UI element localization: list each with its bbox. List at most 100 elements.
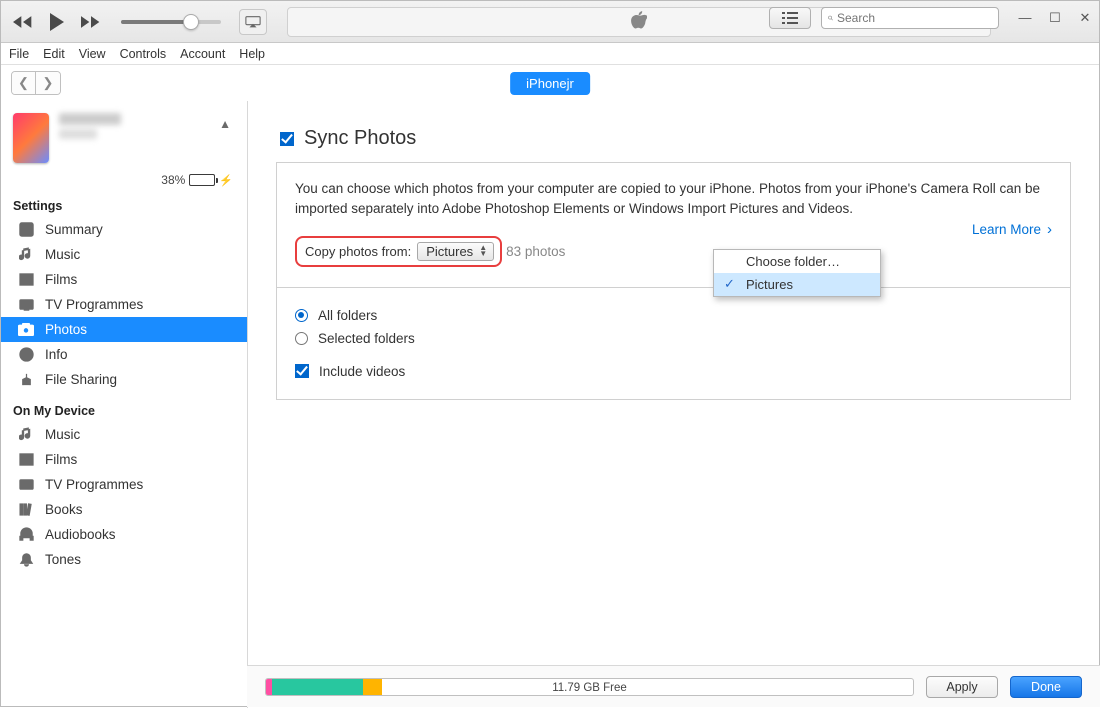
storage-seg-orange	[363, 679, 382, 695]
sync-photos-title-row: Sync Photos	[280, 127, 1071, 150]
sidebar-item-device-films[interactable]: Films	[1, 447, 247, 472]
tv-icon	[17, 297, 35, 312]
sidebar-item-label: Books	[45, 502, 83, 517]
menu-file[interactable]: File	[9, 47, 29, 61]
storage-seg-green	[272, 679, 363, 695]
nav-row: ❮ ❯ iPhonejr	[1, 65, 1099, 101]
nav-back-button[interactable]: ❮	[12, 72, 36, 94]
sidebar-item-tv[interactable]: TV Programmes	[1, 292, 247, 317]
copy-photos-row: Copy photos from: Pictures ▲▼ 83 photos	[295, 236, 1052, 267]
checkbox-label: Include videos	[319, 364, 405, 379]
window-controls: — ☐ ✕	[1017, 10, 1093, 26]
sidebar-item-label: Summary	[45, 222, 103, 237]
tv-icon	[17, 477, 35, 492]
content: Sync Photos You can choose which photos …	[248, 101, 1099, 708]
dropdown-value: Pictures	[426, 244, 473, 259]
sidebar-item-label: TV Programmes	[45, 297, 143, 312]
filesharing-icon	[17, 372, 35, 387]
sidebar-item-label: Audiobooks	[45, 527, 116, 542]
forward-button[interactable]	[77, 9, 105, 35]
main-area: ▲ 38% ⚡ Settings Summary Music Films TV …	[1, 101, 1099, 708]
radio-selected-folders[interactable]	[295, 332, 308, 345]
selected-folders-option[interactable]: Selected folders	[295, 327, 1052, 350]
include-videos-option[interactable]: Include videos	[295, 360, 1052, 383]
sync-photos-checkbox[interactable]	[280, 132, 294, 146]
copy-from-highlight: Copy photos from: Pictures ▲▼	[295, 236, 502, 267]
menu-help[interactable]: Help	[239, 47, 265, 61]
sidebar-item-label: Photos	[45, 322, 87, 337]
radio-label: All folders	[318, 308, 377, 323]
menubar: File Edit View Controls Account Help	[1, 43, 1099, 65]
sync-options-panel: All folders Selected folders Include vid…	[276, 288, 1071, 400]
close-button[interactable]: ✕	[1077, 10, 1093, 26]
include-videos-checkbox[interactable]	[295, 364, 309, 378]
books-icon	[17, 502, 35, 517]
device-header[interactable]: ▲	[1, 105, 247, 171]
sidebar-item-device-audiobooks[interactable]: Audiobooks	[1, 522, 247, 547]
films-icon	[17, 272, 35, 287]
menu-account[interactable]: Account	[180, 47, 225, 61]
sidebar-item-info[interactable]: Info	[1, 342, 247, 367]
info-icon	[17, 347, 35, 362]
sidebar-item-label: Tones	[45, 552, 81, 567]
sidebar-item-photos[interactable]: Photos	[1, 317, 247, 342]
dropdown-option-choose-folder[interactable]: Choose folder…	[714, 250, 880, 273]
device-name-blurred	[59, 113, 121, 163]
eject-icon[interactable]: ▲	[219, 117, 231, 131]
sidebar-item-device-tones[interactable]: Tones	[1, 547, 247, 572]
sidebar-item-device-music[interactable]: Music	[1, 422, 247, 447]
volume-slider[interactable]	[121, 20, 221, 24]
learn-more-link[interactable]: Learn More ›	[972, 221, 1052, 238]
tones-icon	[17, 552, 35, 567]
sidebar-item-label: Films	[45, 272, 77, 287]
sidebar-item-label: Films	[45, 452, 77, 467]
learn-more-label: Learn More	[972, 222, 1041, 237]
search-icon	[828, 12, 833, 24]
sync-photos-title: Sync Photos	[304, 127, 416, 150]
apply-button[interactable]: Apply	[926, 676, 998, 698]
done-button[interactable]: Done	[1010, 676, 1082, 698]
sidebar-item-music[interactable]: Music	[1, 242, 247, 267]
menu-controls[interactable]: Controls	[120, 47, 167, 61]
maximize-button[interactable]: ☐	[1047, 10, 1063, 26]
playback-controls	[9, 9, 267, 35]
sidebar-item-device-tv[interactable]: TV Programmes	[1, 472, 247, 497]
storage-free-label: 11.79 GB Free	[552, 679, 627, 696]
menu-view[interactable]: View	[79, 47, 106, 61]
sidebar-item-device-books[interactable]: Books	[1, 497, 247, 522]
footer: 11.79 GB Free Apply Done	[247, 665, 1100, 707]
search-box[interactable]	[821, 7, 999, 29]
copy-from-label: Copy photos from:	[305, 244, 411, 259]
sidebar-item-filesharing[interactable]: File Sharing	[1, 367, 247, 392]
device-thumb-icon	[13, 113, 49, 163]
music-icon	[17, 427, 35, 442]
search-input[interactable]	[837, 11, 992, 25]
sidebar-item-films[interactable]: Films	[1, 267, 247, 292]
dropdown-option-pictures[interactable]: ✓Pictures	[714, 273, 880, 296]
play-button[interactable]	[43, 9, 71, 35]
nav-forward-button[interactable]: ❯	[36, 72, 60, 94]
all-folders-option[interactable]: All folders	[295, 304, 1052, 327]
list-view-button[interactable]	[769, 7, 811, 29]
device-pill[interactable]: iPhonejr	[510, 72, 590, 95]
rewind-button[interactable]	[9, 9, 37, 35]
storage-bar[interactable]: 11.79 GB Free	[265, 678, 914, 696]
sidebar-item-summary[interactable]: Summary	[1, 217, 247, 242]
sidebar-item-label: Music	[45, 247, 80, 262]
copy-from-dropdown[interactable]: Pictures ▲▼	[417, 242, 494, 261]
menu-edit[interactable]: Edit	[43, 47, 65, 61]
sidebar-section-onmydevice: On My Device	[1, 400, 247, 422]
sidebar: ▲ 38% ⚡ Settings Summary Music Films TV …	[1, 101, 248, 708]
sidebar-item-label: TV Programmes	[45, 477, 143, 492]
airplay-button[interactable]	[239, 9, 267, 35]
music-icon	[17, 247, 35, 262]
sync-description-panel: You can choose which photos from your co…	[276, 162, 1071, 288]
radio-all-folders[interactable]	[295, 309, 308, 322]
dropdown-arrows-icon: ▲▼	[479, 245, 487, 257]
battery-icon	[189, 174, 215, 186]
titlebar: — ☐ ✕	[1, 1, 1099, 43]
photo-count: 83 photos	[506, 244, 565, 259]
sidebar-item-label: Music	[45, 427, 80, 442]
minimize-button[interactable]: —	[1017, 10, 1033, 26]
summary-icon	[17, 222, 35, 237]
